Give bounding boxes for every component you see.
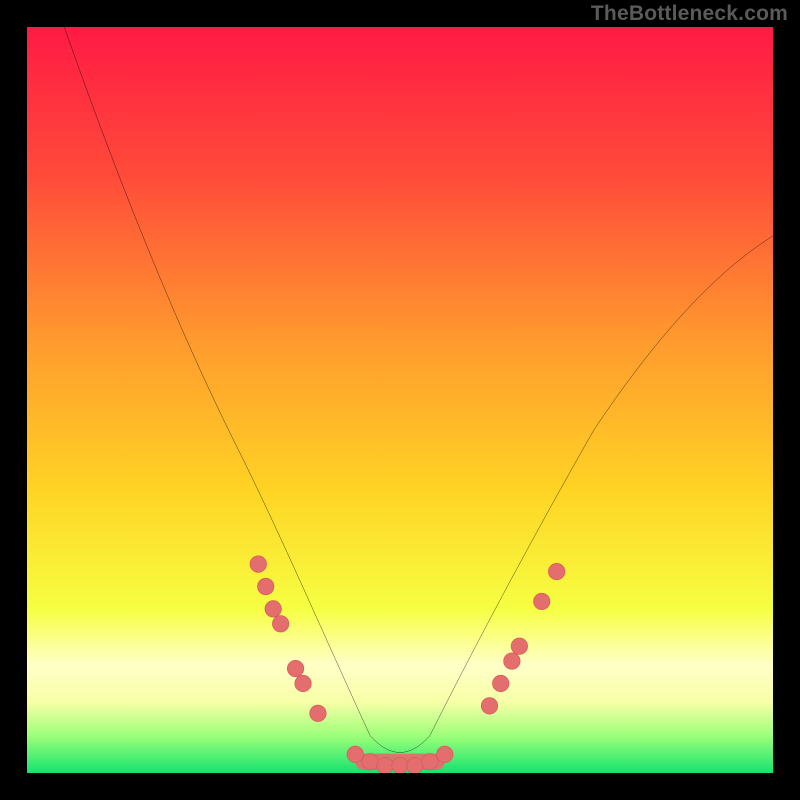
bottleneck-curve bbox=[27, 27, 773, 773]
watermark-text: TheBottleneck.com bbox=[591, 2, 788, 26]
curve-markers bbox=[250, 556, 565, 773]
curve-path bbox=[64, 27, 773, 752]
chart-frame bbox=[27, 27, 773, 773]
